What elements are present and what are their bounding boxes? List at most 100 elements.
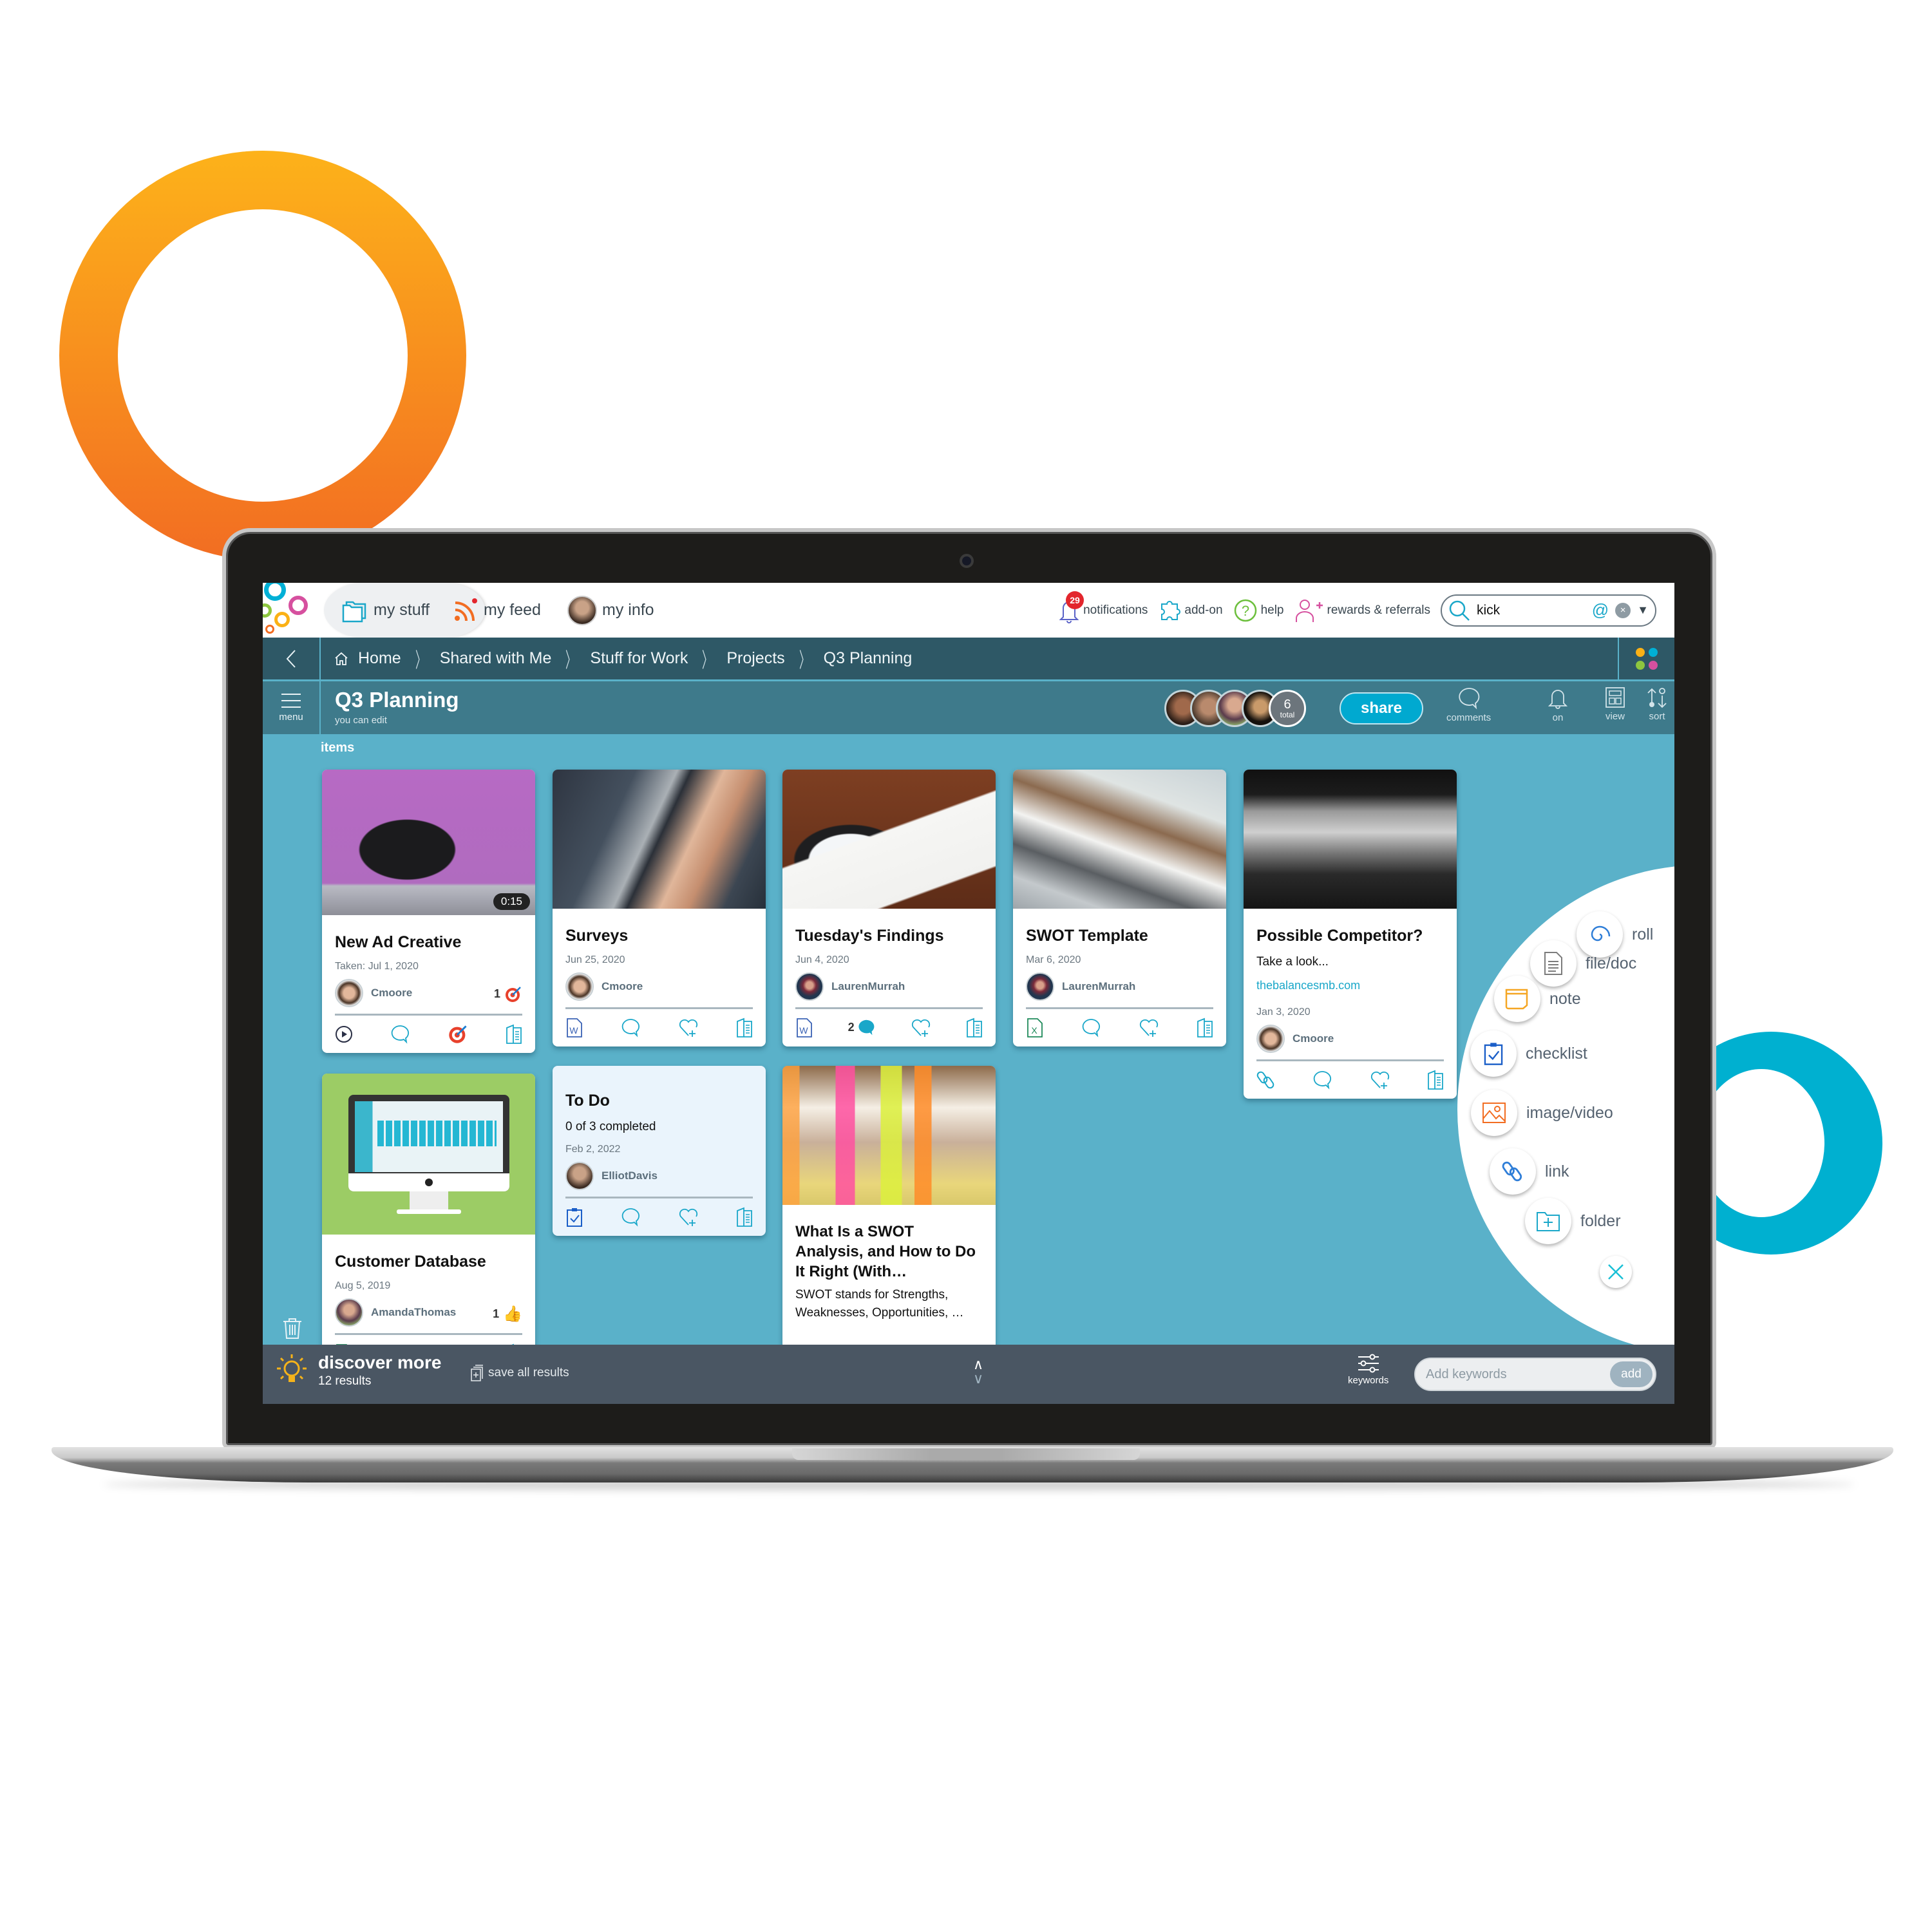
share-button[interactable]: share (1340, 692, 1423, 724)
details-panel-icon[interactable] (1197, 1018, 1213, 1038)
trash-icon (283, 1318, 301, 1339)
target-icon[interactable] (448, 1024, 468, 1045)
expand-collapse-toggle[interactable]: ∧ ∨ (973, 1358, 983, 1386)
close-icon (1608, 1264, 1624, 1280)
card-title: What Is a SWOT Analysis, and How to Do I… (795, 1223, 976, 1281)
save-stack-icon (471, 1365, 483, 1381)
play-icon[interactable] (335, 1025, 353, 1043)
checklist-icon[interactable] (565, 1207, 583, 1227)
app-screen: my stuff my feed my info 29 notification… (263, 583, 1674, 1404)
tab-my-feed[interactable]: my feed (453, 583, 541, 638)
like-add-icon[interactable] (1139, 1018, 1159, 1038)
help-button[interactable]: ? help (1233, 598, 1284, 623)
card-actions: X (1026, 1009, 1213, 1046)
excel-doc-icon[interactable]: X (1026, 1018, 1044, 1038)
close-add-menu-button[interactable] (1600, 1256, 1632, 1288)
details-panel-icon[interactable] (736, 1018, 753, 1038)
comments-button[interactable]: comments (1446, 687, 1491, 723)
card-title: Tuesday's Findings (795, 927, 944, 945)
item-card[interactable]: SWOT Template Mar 6, 2020 LaurenMurrah X (1013, 770, 1226, 1046)
help-label: help (1260, 603, 1284, 617)
view-button[interactable]: view (1605, 687, 1625, 722)
details-panel-icon[interactable] (966, 1018, 983, 1038)
comment-icon[interactable] (621, 1207, 641, 1227)
like-add-icon[interactable] (678, 1018, 699, 1038)
details-panel-icon[interactable] (506, 1024, 522, 1045)
add-keyword-button[interactable]: add (1610, 1361, 1653, 1387)
addon-button[interactable]: add-on (1158, 599, 1223, 622)
top-right-actions: 29 notifications add-on ? help rewards &… (1058, 583, 1656, 638)
search-input[interactable] (1477, 602, 1586, 618)
at-mention-icon[interactable]: @ (1592, 600, 1609, 620)
trash-button[interactable] (282, 1317, 303, 1343)
sliders-icon (1358, 1354, 1379, 1373)
card-link[interactable]: thebalancesmb.com (1256, 979, 1444, 992)
avatar (795, 972, 824, 1001)
link-icon[interactable] (1256, 1070, 1276, 1090)
card-date: Aug 5, 2019 (335, 1280, 391, 1291)
card-author: Cmoore 1 (335, 978, 522, 1016)
document-icon (1544, 952, 1562, 975)
notifications-label: notifications (1083, 603, 1148, 617)
app-logo[interactable] (263, 583, 314, 638)
item-card[interactable]: What Is a SWOT Analysis, and How to Do I… (782, 1066, 996, 1349)
card-title: Customer Database (335, 1253, 486, 1271)
details-panel-icon[interactable] (1427, 1070, 1444, 1090)
add-checklist-button[interactable]: checklist (1470, 1030, 1587, 1077)
avatar (1026, 972, 1054, 1001)
collaborators[interactable]: 6 total (1164, 690, 1306, 727)
comment-icon[interactable] (621, 1018, 641, 1038)
menu-button[interactable]: menu (263, 681, 321, 734)
notifications-toggle-button[interactable]: on (1548, 687, 1567, 723)
card-thumbnail (782, 770, 996, 909)
clear-search-icon[interactable]: × (1615, 602, 1631, 618)
breadcrumb-stuff-for-work[interactable]: Stuff for Work (590, 649, 688, 668)
breadcrumb-projects[interactable]: Projects (726, 649, 784, 668)
add-note-button[interactable]: note (1494, 976, 1581, 1022)
sort-button[interactable]: sort (1646, 687, 1668, 722)
item-card[interactable]: To Do 0 of 3 completed Feb 2, 2022 Ellio… (553, 1066, 766, 1236)
save-all-results-button[interactable]: save all results (470, 1364, 569, 1382)
folder-plus-icon (1537, 1212, 1560, 1231)
card-thumbnail (1244, 770, 1457, 909)
keywords-button[interactable]: keywords (1348, 1354, 1388, 1386)
comment-icon[interactable] (390, 1024, 411, 1045)
item-card[interactable]: Surveys Jun 25, 2020 Cmoore W (553, 770, 766, 1046)
like-add-icon[interactable] (911, 1018, 931, 1038)
card-date: Jun 4, 2020 (795, 954, 849, 965)
like-add-icon[interactable] (678, 1207, 699, 1227)
item-card[interactable]: 0:15 New Ad Creative Taken: Jul 1, 2020 … (322, 770, 535, 1053)
svg-text:W: W (799, 1025, 808, 1036)
comment-icon (1459, 688, 1479, 710)
breadcrumb-shared-with-me[interactable]: Shared with Me (440, 649, 552, 668)
rewards-referrals-button[interactable]: rewards & referrals (1294, 598, 1430, 623)
tab-my-info[interactable]: my info (567, 583, 654, 638)
apps-grid-button[interactable] (1618, 638, 1674, 679)
item-card[interactable]: Tuesday's Findings Jun 4, 2020 LaurenMur… (782, 770, 996, 1046)
comment-icon[interactable] (1081, 1018, 1102, 1038)
avatar (1256, 1025, 1285, 1053)
add-link-button[interactable]: link (1490, 1148, 1569, 1195)
tab-label: my stuff (374, 601, 430, 619)
notifications-button[interactable]: 29 notifications (1058, 591, 1148, 625)
back-button[interactable] (263, 638, 321, 679)
card-title: Surveys (565, 927, 629, 945)
title-bar: menu Q3 Planning you can edit 6 total sh… (263, 681, 1674, 734)
item-card[interactable]: Possible Competitor? Take a look... theb… (1244, 770, 1457, 1099)
item-card[interactable]: Customer Database Aug 5, 2019 AmandaThom… (322, 1074, 535, 1357)
word-doc-icon[interactable]: W (565, 1018, 583, 1038)
comment-icon[interactable] (1312, 1070, 1333, 1090)
search-dropdown-icon[interactable]: ▼ (1637, 603, 1649, 617)
breadcrumb-home[interactable]: Home (358, 649, 401, 668)
tab-label: my info (602, 601, 654, 619)
add-image-video-button[interactable]: image/video (1471, 1090, 1613, 1136)
breadcrumb-q3-planning[interactable]: Q3 Planning (824, 649, 913, 668)
tab-my-stuff[interactable]: my stuff (340, 583, 430, 638)
add-folder-button[interactable]: folder (1525, 1198, 1621, 1244)
like-add-icon[interactable] (1370, 1070, 1390, 1090)
discover-more-button[interactable]: discover more 12 results (276, 1352, 441, 1388)
word-doc-icon[interactable]: W (795, 1018, 813, 1038)
comment-count[interactable]: 2 (848, 1018, 876, 1037)
keywords-input[interactable] (1426, 1367, 1610, 1382)
details-panel-icon[interactable] (736, 1207, 753, 1227)
